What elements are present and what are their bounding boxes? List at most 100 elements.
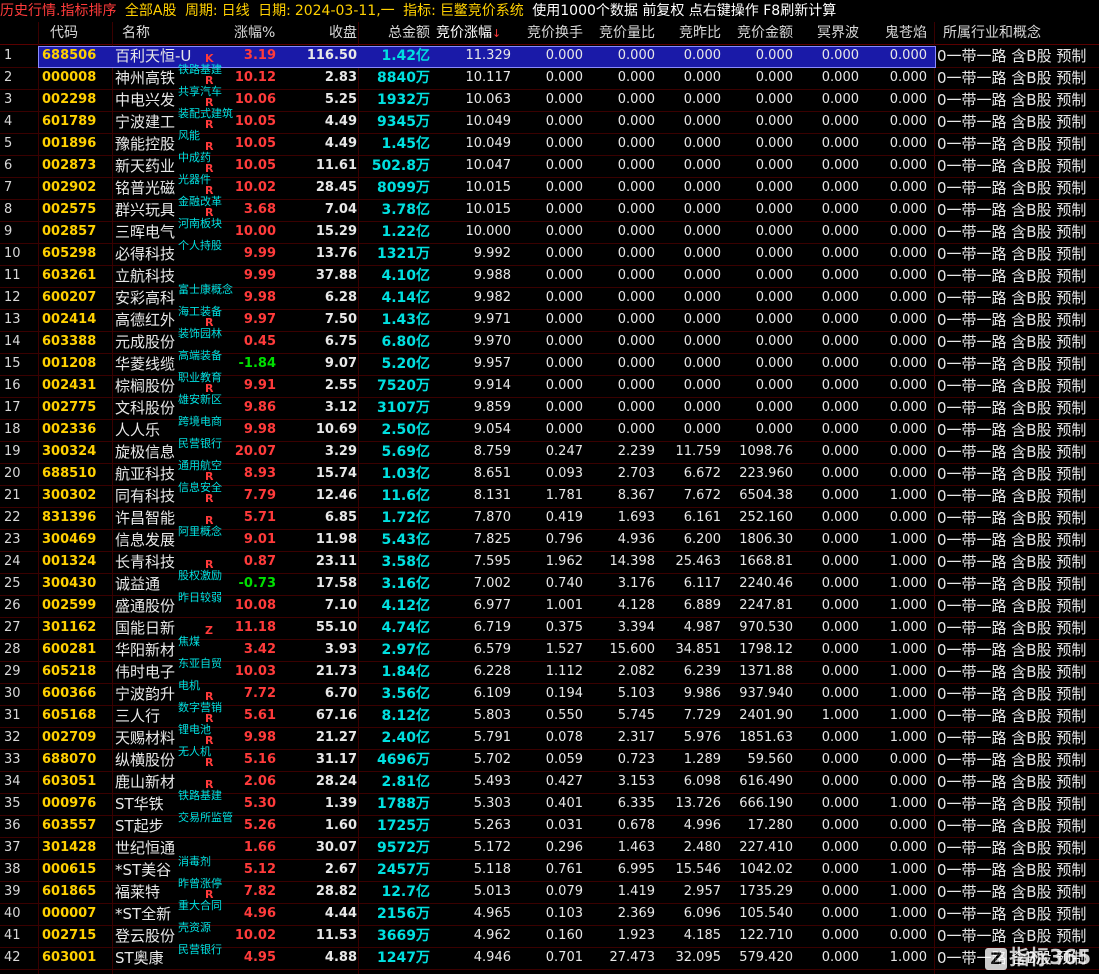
table-row[interactable]: 40 000007 *ST全新 重大合同 4.96 4.44 2156万 4.965 0.103… — [0, 899, 1099, 926]
table-row[interactable]: 18 002336 人人乐 跨境电商 9.98 10.69 2.50亿 9.054 0.000 0… — [0, 415, 1099, 442]
header-amount[interactable]: 总金额 — [362, 22, 430, 44]
table-row[interactable]: 12 600207 安彩高科 富士康概念 9.98 6.28 4.14亿 9.982 0.000… — [0, 283, 1099, 310]
stock-code: 001324 — [42, 554, 97, 569]
guicang-flame: 0.000 — [889, 246, 927, 261]
table-row[interactable]: 30 600366 宁波韵升 电机 R 7.72 6.70 3.56亿 6.109 0.194 5.… — [0, 679, 1099, 706]
header-bid-amt[interactable]: 竞价金额 — [725, 22, 793, 44]
stock-code: 603051 — [42, 774, 97, 789]
table-row[interactable]: 14 603388 元成股份 装饰园林 0.45 6.75 6.80亿 9.970 0.000 0… — [0, 327, 1099, 354]
table-row[interactable]: 3 002298 中电兴发 共享汽车 R 10.06 5.25 1932万 10.063 0.00… — [0, 85, 1099, 112]
table-row[interactable]: 23 300469 信息发展 阿里概念 9.01 11.98 5.43亿 7.825 0.796… — [0, 525, 1099, 552]
usage-note: 使用1000个数据 前复权 点右键操作 F8刷新计算 — [532, 3, 837, 19]
concept-tag: 股权激励 — [178, 569, 222, 582]
total-amount: 4.14亿 — [381, 290, 430, 306]
table-row[interactable]: 29 605218 伟时电子 东亚自贸 10.03 21.73 1.84亿 6.228 1.11… — [0, 657, 1099, 684]
table-row[interactable]: 31 605168 三人行 数字营销 R 5.61 67.16 8.12亿 5.803 0.550… — [0, 701, 1099, 728]
concept-tag: 昨日较弱 — [178, 591, 222, 604]
close-price: 55.10 — [315, 620, 357, 635]
header-bid-chg[interactable]: 竞价涨幅↓ — [436, 22, 501, 44]
change-percent: 5.71 — [243, 510, 276, 525]
table-row[interactable]: 27 301162 国能日新 Z 11.18 55.10 4.74亿 6.719 0.375 3.… — [0, 617, 1099, 640]
bid-amount: 1806.30 — [739, 532, 793, 547]
table-row[interactable]: 13 002414 高德红外 海工装备 R 9.97 7.50 1.43亿 9.971 0.000… — [0, 305, 1099, 332]
mingjie-wave: 0.000 — [821, 48, 859, 63]
stock-code: 831396 — [42, 510, 97, 525]
header-mj[interactable]: 冥界波 — [797, 22, 859, 44]
change-percent: 10.08 — [234, 598, 276, 613]
header-name[interactable]: 名称 — [122, 22, 150, 44]
table-row[interactable]: 16 002431 棕榈股份 职业教育 R 9.91 2.55 7520万 9.914 0.000… — [0, 371, 1099, 398]
period-value[interactable]: 日线 — [222, 3, 250, 19]
table-row[interactable]: 22 831396 许昌智能 R 5.71 6.85 1.72亿 7.870 0.419 1.69… — [0, 507, 1099, 530]
header-close[interactable]: 收盘 — [280, 22, 357, 44]
table-row[interactable]: 39 601865 福莱特 昨曾涨停 R 7.82 28.82 12.7亿 5.013 0.079… — [0, 877, 1099, 904]
industry-concepts: 0一带一路 含B股 预制 — [937, 487, 1087, 505]
table-row[interactable]: 1 688506 百利天恒-U K 3.19 116.50 1.42亿 11.329 0.000… — [0, 45, 1099, 68]
bid-change: 4.965 — [473, 906, 511, 921]
table-row[interactable]: 32 002709 天赐材料 锂电池 R 9.98 21.27 2.40亿 5.791 0.078… — [0, 723, 1099, 750]
table-row[interactable]: 10 605298 必得科技 个人持股 9.99 13.76 1321万 9.992 0.000… — [0, 239, 1099, 266]
row-index: 6 — [4, 158, 13, 173]
bid-yesterday-ratio: 34.851 — [675, 642, 722, 657]
bid-turnover: 0.000 — [545, 180, 583, 195]
row-index: 16 — [4, 378, 21, 393]
table-row[interactable]: 17 002775 文科股份 雄安新区 9.86 3.12 3107万 9.859 0.000 0… — [0, 393, 1099, 420]
table-row[interactable]: 41 002715 登云股份 壳资源 10.02 11.53 3669万 4.962 0.160… — [0, 921, 1099, 948]
stock-code: 603557 — [42, 818, 97, 833]
stock-code: 300430 — [42, 576, 97, 591]
industry-concepts: 0一带一路 含B股 预制 — [937, 47, 1087, 65]
header-gc[interactable]: 鬼苍焰 — [863, 22, 927, 44]
header-bid-vol[interactable]: 竞价量比 — [587, 22, 655, 44]
table-row[interactable]: 34 603051 鹿山新材 R 2.06 28.24 2.81亿 5.493 0.427 3.1… — [0, 771, 1099, 794]
table-row[interactable]: 38 000615 *ST美谷 消毒剂 5.12 2.67 2457万 5.118 0.761 6… — [0, 855, 1099, 882]
table-row[interactable]: 19 300324 旋极信息 民营银行 20.07 3.29 5.69亿 8.759 0.247… — [0, 437, 1099, 464]
date-value[interactable]: 2024-03-11,一 — [295, 3, 395, 19]
table-row[interactable]: 5 001896 豫能控股 风能 R 10.05 4.49 1.45亿 10.049 0.000 0… — [0, 129, 1099, 156]
table-row[interactable]: 7 002902 铭普光磁 光器件 R 10.02 28.45 8099万 10.015 0.00… — [0, 173, 1099, 200]
table-row[interactable]: 2 000008 神州高铁 铁路基建 R 10.12 2.83 8840万 10.117 0.00… — [0, 63, 1099, 90]
table-row[interactable]: 28 600281 华阳新材 焦煤 3.42 3.93 2.97亿 6.579 1.527 15.… — [0, 635, 1099, 662]
table-row[interactable]: 33 688070 纵横股份 无人机 R 5.16 31.17 4696万 5.702 0.059… — [0, 745, 1099, 772]
header-bid-turn[interactable]: 竞价换手 — [515, 22, 583, 44]
table-row[interactable]: 21 300302 同有科技 信息安全 R 7.79 12.46 11.6亿 8.131 1.78… — [0, 481, 1099, 508]
row-index: 36 — [4, 818, 21, 833]
stock-code: 301428 — [42, 840, 97, 855]
header-bid-yday[interactable]: 竞昨比 — [659, 22, 721, 44]
guicang-flame: 0.000 — [889, 202, 927, 217]
stock-code: 688510 — [42, 466, 97, 481]
bid-volume-ratio: 6.335 — [617, 796, 655, 811]
table-row[interactable]: 24 001324 长青科技 R 0.87 23.11 3.58亿 7.595 1.962 14.… — [0, 551, 1099, 574]
view-title[interactable]: 历史行情.指标排序 — [0, 3, 116, 19]
bid-change: 9.988 — [473, 268, 511, 283]
bid-volume-ratio: 0.000 — [617, 158, 655, 173]
table-row[interactable]: 9 002857 三晖电气 河南板块 10.00 15.29 1.22亿 10.000 0.00… — [0, 217, 1099, 244]
table-row[interactable]: 37 301428 世纪恒通 1.66 30.07 9572万 5.172 0.296 1.46… — [0, 837, 1099, 860]
table-row[interactable]: 35 000976 ST华铁 铁路基建 5.30 1.39 1788万 5.303 0.401 6… — [0, 789, 1099, 816]
indicator-value[interactable]: 巨鳖竞价系统 — [440, 3, 524, 19]
mingjie-wave: 0.000 — [821, 268, 859, 283]
bid-amount: 6504.38 — [739, 488, 793, 503]
date-label: 日期: — [258, 3, 291, 19]
header-industry[interactable]: 所属行业和概念 — [943, 22, 1041, 44]
table-row[interactable]: 36 603557 ST起步 交易所监管 5.26 1.60 1725万 5.263 0.031… — [0, 811, 1099, 838]
table-row[interactable]: 8 002575 群兴玩具 金融改革 R 3.68 7.04 3.78亿 10.015 0.000… — [0, 195, 1099, 222]
table-row[interactable]: 26 002599 盛通股份 昨日较弱 10.08 7.10 4.12亿 6.977 1.001… — [0, 591, 1099, 618]
table-row[interactable]: 11 603261 立航科技 9.99 37.88 4.10亿 9.988 0.000 0.00… — [0, 265, 1099, 288]
guicang-flame: 1.000 — [889, 730, 927, 745]
table-row[interactable]: 6 002873 新天药业 中成药 R 10.05 11.61 502.8万 10.047 0.0… — [0, 151, 1099, 178]
table-row[interactable]: 20 688510 航亚科技 通用航空 R 8.93 15.74 1.03亿 8.651 0.09… — [0, 459, 1099, 486]
header-code[interactable]: 代码 — [50, 22, 78, 44]
table-row[interactable]: 15 001208 华菱线缆 高端装备 -1.84 9.07 5.20亿 9.957 0.000… — [0, 349, 1099, 376]
scope-selector[interactable]: 全部A股 — [125, 3, 177, 19]
stock-code: 002857 — [42, 224, 97, 239]
table-row[interactable]: 4 601789 宁波建工 装配式建筑 R 10.05 4.49 9345万 10.049 0.0… — [0, 107, 1099, 134]
header-bid-chg-label: 竞价涨幅 — [436, 25, 492, 41]
close-price: 12.46 — [315, 488, 357, 503]
table-row[interactable]: 42 603001 ST奥康 民营银行 4.95 4.88 1247万 4.946 0.701 2… — [0, 943, 1099, 970]
bid-turnover: 0.000 — [545, 92, 583, 107]
bid-yesterday-ratio: 7.672 — [683, 488, 721, 503]
concept-tag: 通用航空 — [178, 459, 222, 472]
mingjie-wave: 0.000 — [821, 312, 859, 327]
header-chg[interactable]: 涨幅% — [234, 22, 275, 44]
table-row[interactable]: 25 300430 诚益通 股权激励 -0.73 17.58 3.16亿 7.002 0.740… — [0, 569, 1099, 596]
